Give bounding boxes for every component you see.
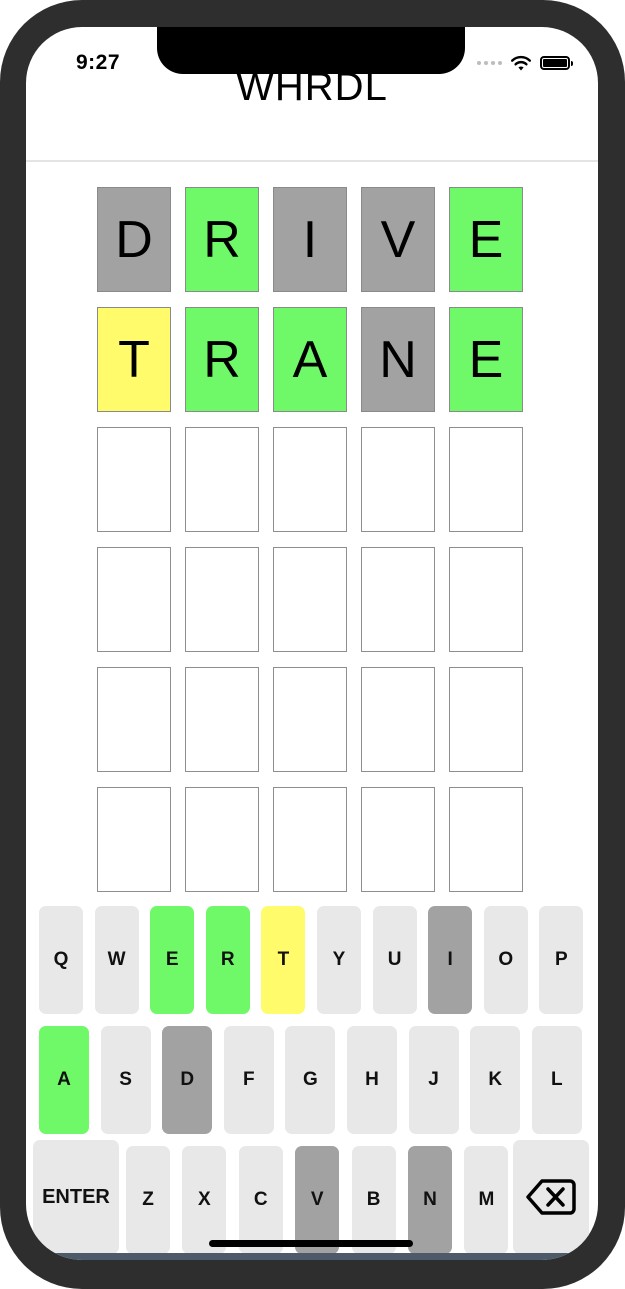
board-tile: E: [449, 307, 523, 412]
board-tile: [361, 427, 435, 532]
board-tile: [185, 427, 259, 532]
board-tile: [449, 787, 523, 892]
key-a[interactable]: A: [39, 1026, 89, 1134]
board-tile: D: [97, 187, 171, 292]
board-tile: E: [449, 187, 523, 292]
key-k[interactable]: K: [470, 1026, 521, 1134]
key-g[interactable]: G: [285, 1026, 336, 1134]
key-f[interactable]: F: [223, 1026, 274, 1134]
key-r[interactable]: R: [205, 906, 250, 1014]
board-tile: A: [273, 307, 347, 412]
board-tile: [361, 667, 435, 772]
board-tile: [449, 427, 523, 532]
home-indicator[interactable]: [209, 1240, 413, 1247]
board-tile: [97, 667, 171, 772]
key-c[interactable]: C: [238, 1146, 283, 1254]
board-tile: R: [185, 187, 259, 292]
backspace-icon: [526, 1179, 576, 1215]
device-notch: [157, 27, 465, 74]
board-tile: [273, 787, 347, 892]
board-tile: [361, 787, 435, 892]
key-z[interactable]: Z: [126, 1146, 170, 1254]
board-tile: [97, 787, 171, 892]
key-o[interactable]: O: [483, 906, 528, 1014]
board-tile: [449, 667, 523, 772]
key-l[interactable]: L: [531, 1026, 582, 1134]
board-tile: I: [273, 187, 347, 292]
board-tile: [273, 427, 347, 532]
key-m[interactable]: M: [464, 1146, 509, 1254]
key-u[interactable]: U: [372, 906, 417, 1014]
board-tile: [185, 667, 259, 772]
board-tile: T: [97, 307, 171, 412]
header-divider: [26, 160, 598, 162]
key-y[interactable]: Y: [317, 906, 361, 1014]
key-p[interactable]: P: [539, 906, 584, 1014]
key-q[interactable]: Q: [39, 906, 83, 1014]
key-t[interactable]: T: [261, 906, 306, 1014]
keyboard-bottom-bar: [26, 1253, 598, 1260]
key-n[interactable]: N: [408, 1146, 452, 1254]
board-tile: [97, 427, 171, 532]
key-v[interactable]: V: [295, 1146, 340, 1254]
board-tile: [449, 547, 523, 652]
board-tile: [361, 547, 435, 652]
device-frame: 9:27 WHRDL DRIVETRANE QWERTYUIOPASDFGHJK…: [0, 0, 625, 1289]
key-j[interactable]: J: [408, 1026, 459, 1134]
board-tile: [273, 667, 347, 772]
key-s[interactable]: S: [100, 1026, 151, 1134]
board-tile: [185, 787, 259, 892]
key-h[interactable]: H: [347, 1026, 397, 1134]
key-x[interactable]: X: [182, 1146, 227, 1254]
enter-key[interactable]: ENTER: [33, 1140, 119, 1254]
app-screen: 9:27 WHRDL DRIVETRANE QWERTYUIOPASDFGHJK…: [26, 27, 598, 1260]
backspace-key[interactable]: [513, 1140, 589, 1254]
board-tile: V: [361, 187, 435, 292]
board-tile: R: [185, 307, 259, 412]
board-tile: N: [361, 307, 435, 412]
key-e[interactable]: E: [150, 906, 195, 1014]
key-b[interactable]: B: [351, 1146, 396, 1254]
key-i[interactable]: I: [428, 906, 473, 1014]
board-tile: [273, 547, 347, 652]
key-w[interactable]: W: [94, 906, 139, 1014]
board-tile: [185, 547, 259, 652]
board-tile: [97, 547, 171, 652]
key-d[interactable]: D: [162, 1026, 213, 1134]
